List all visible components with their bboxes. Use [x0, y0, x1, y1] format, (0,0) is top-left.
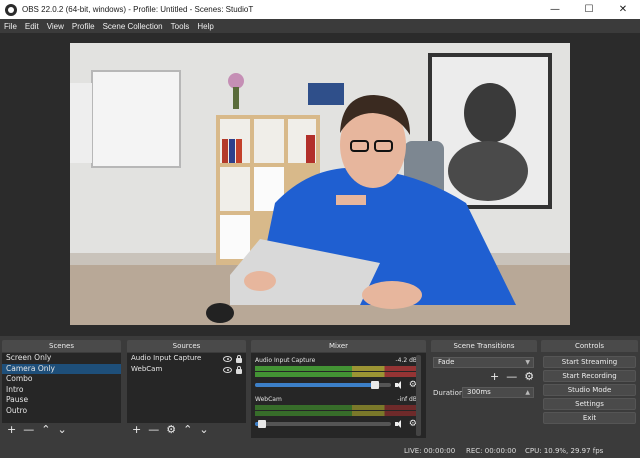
exit-button[interactable]: Exit	[543, 412, 636, 424]
source-item[interactable]: WebCam	[127, 364, 246, 375]
channel-level: -4.2 dB	[395, 357, 417, 364]
eye-icon[interactable]	[223, 366, 232, 373]
speaker-icon[interactable]	[394, 380, 405, 390]
transition-settings-button[interactable]: ⚙	[524, 370, 534, 384]
source-settings-button[interactable]: ⚙	[166, 423, 176, 437]
transition-select-value: Fade	[438, 358, 455, 366]
scene-item-selected[interactable]: Camera Only	[2, 363, 121, 374]
controls-dock-title: Controls	[541, 340, 638, 352]
add-source-button[interactable]: +	[132, 423, 141, 437]
status-bar: LIVE: 00:00:00 REC: 00:00:00 CPU: 10.9%,…	[0, 445, 640, 458]
scene-item[interactable]: Outro	[2, 406, 121, 417]
lock-icon[interactable]	[236, 365, 242, 374]
menu-edit[interactable]: Edit	[25, 22, 39, 31]
minimize-button[interactable]: —	[538, 0, 572, 19]
source-label: WebCam	[131, 365, 163, 373]
source-item[interactable]: Audio Input Capture	[127, 353, 246, 364]
cpu-fps: CPU: 10.9%, 29.97 fps	[525, 447, 604, 455]
scene-item[interactable]: Intro	[2, 385, 121, 396]
title-bar: OBS 22.0.2 (64-bit, windows) - Profile: …	[0, 0, 640, 19]
sources-toolbar: + — ⚙ ⌃ ⌄	[127, 423, 246, 437]
channel-name: WebCam	[255, 396, 282, 403]
move-source-down-button[interactable]: ⌄	[199, 423, 208, 437]
mixer-panel: Audio Input Capture -4.2 dB ⚙ WebCam -in…	[251, 353, 426, 438]
volume-slider[interactable]	[255, 420, 391, 428]
move-scene-up-button[interactable]: ⌃	[41, 423, 50, 437]
menu-bar: File Edit View Profile Scene Collection …	[0, 19, 640, 33]
preview-canvas[interactable]	[70, 43, 570, 325]
transition-select[interactable]: Fade ▼	[433, 357, 534, 368]
webcam-preview-image	[70, 43, 570, 325]
scene-item[interactable]: Combo	[2, 374, 121, 385]
lock-icon[interactable]	[236, 354, 242, 363]
window-title: OBS 22.0.2 (64-bit, windows) - Profile: …	[22, 5, 254, 14]
sources-list: Audio Input Capture WebCam	[127, 353, 246, 423]
menu-tools[interactable]: Tools	[171, 22, 190, 31]
chevron-down-icon: ▼	[525, 359, 530, 366]
volume-slider[interactable]	[255, 381, 391, 389]
scenes-toolbar: + — ⌃ ⌄	[2, 423, 121, 437]
duration-value: 300ms	[467, 388, 491, 396]
volume-slider-fill	[255, 383, 375, 387]
remove-transition-button[interactable]: —	[506, 370, 517, 384]
settings-button[interactable]: Settings	[543, 398, 636, 410]
transition-toolbar: + — ⚙	[490, 370, 541, 384]
volume-meter	[255, 411, 417, 416]
menu-profile[interactable]: Profile	[72, 22, 95, 31]
rec-timer: REC: 00:00:00	[466, 447, 517, 455]
duration-input[interactable]: 300ms ▲	[462, 387, 534, 398]
add-scene-button[interactable]: +	[7, 423, 16, 437]
speaker-icon[interactable]	[394, 419, 405, 429]
add-transition-button[interactable]: +	[490, 370, 499, 384]
move-source-up-button[interactable]: ⌃	[183, 423, 192, 437]
channel-level: -inf dB	[397, 396, 417, 403]
source-label: Audio Input Capture	[131, 354, 202, 362]
scene-item[interactable]: Screen Only	[2, 353, 121, 364]
eye-icon[interactable]	[223, 355, 232, 362]
preview-area	[0, 33, 640, 336]
spinner-icon: ▲	[525, 389, 530, 396]
remove-scene-button[interactable]: —	[23, 423, 34, 437]
studio-mode-button[interactable]: Studio Mode	[543, 384, 636, 396]
maximize-button[interactable]: ☐	[572, 0, 606, 19]
duration-label: Duration	[433, 389, 464, 397]
volume-meter	[255, 405, 417, 410]
menu-scene-collection[interactable]: Scene Collection	[103, 22, 163, 31]
volume-meter	[255, 372, 417, 377]
start-streaming-button[interactable]: Start Streaming	[543, 356, 636, 368]
volume-slider-handle[interactable]	[257, 420, 266, 428]
mixer-channel: Audio Input Capture -4.2 dB ⚙	[255, 357, 417, 390]
live-timer: LIVE: 00:00:00	[404, 447, 456, 455]
menu-view[interactable]: View	[47, 22, 64, 31]
mixer-dock-title: Mixer	[251, 340, 426, 352]
channel-name: Audio Input Capture	[255, 357, 316, 364]
mixer-scrollbar[interactable]	[416, 355, 421, 436]
scenes-dock-title: Scenes	[2, 340, 121, 352]
start-recording-button[interactable]: Start Recording	[543, 370, 636, 382]
volume-slider-handle[interactable]	[370, 381, 379, 389]
move-scene-down-button[interactable]: ⌄	[57, 423, 66, 437]
menu-file[interactable]: File	[4, 22, 17, 31]
scenes-list: Screen Only Camera Only Combo Intro Paus…	[2, 353, 121, 423]
menu-help[interactable]: Help	[197, 22, 213, 31]
scene-item[interactable]: Pause	[2, 395, 121, 406]
obs-logo-icon	[5, 3, 17, 16]
mixer-channel: WebCam -inf dB ⚙	[255, 396, 417, 429]
volume-meter	[255, 366, 417, 371]
remove-source-button[interactable]: —	[148, 423, 159, 437]
close-button[interactable]: ✕	[606, 0, 640, 19]
transitions-dock-title: Scene Transitions	[431, 340, 537, 352]
sources-dock-title: Sources	[127, 340, 246, 352]
